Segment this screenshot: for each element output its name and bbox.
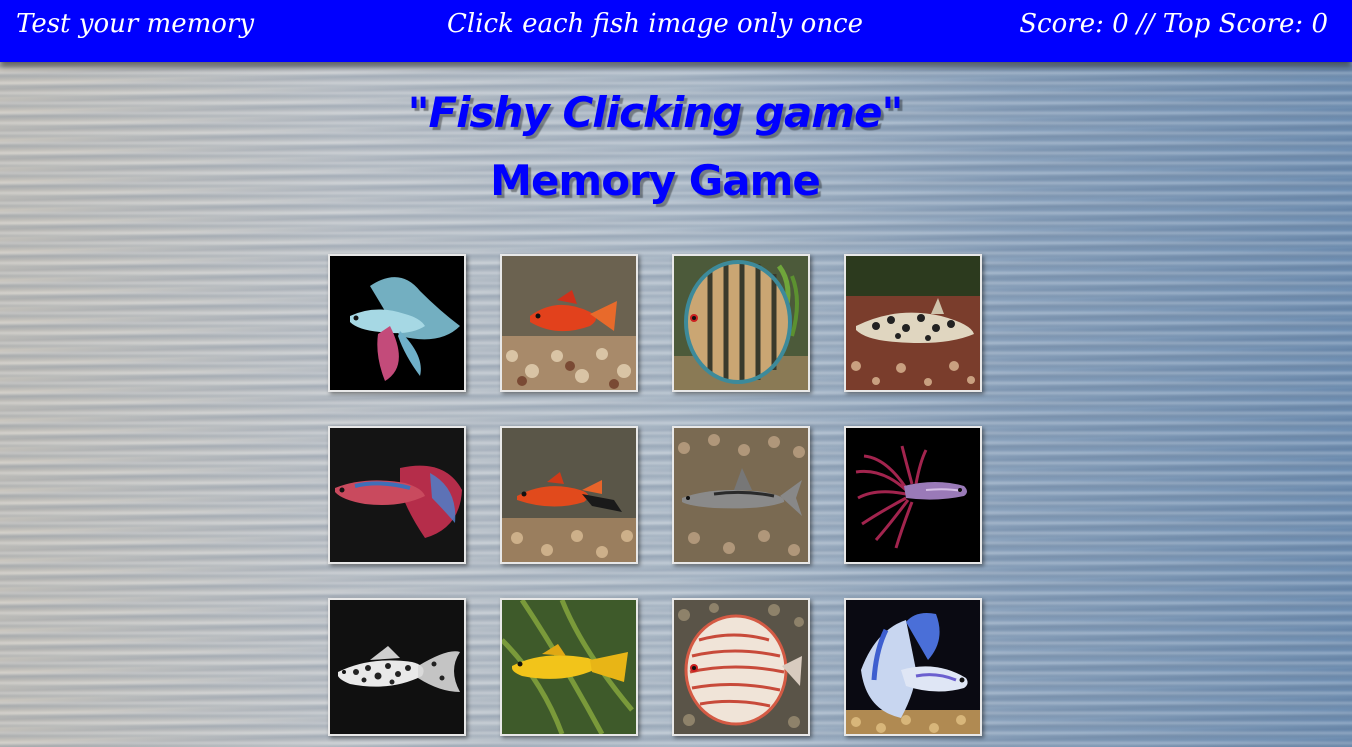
fish-card-platy-red[interactable] xyxy=(500,254,638,392)
fish-card-platy-yellow[interactable] xyxy=(500,598,638,736)
score-display: Score: 0 // Top Score: 0 xyxy=(1019,9,1328,39)
fish-card-molly-dalmatian[interactable] xyxy=(328,598,466,736)
navbar: Test your memory Click each fish image o… xyxy=(0,0,1352,62)
fish-card-discus-red-white[interactable] xyxy=(672,598,810,736)
platy-yellow-image xyxy=(502,600,636,734)
fish-card-betta-light-blue[interactable] xyxy=(328,254,466,392)
betta-light-blue-image xyxy=(330,256,464,390)
discus-striped-image xyxy=(674,256,808,390)
betta-crowntail-purple-image xyxy=(846,428,980,562)
fish-card-swordtail-red[interactable] xyxy=(500,426,638,564)
betta-red-blue-image xyxy=(330,428,464,562)
catfish-silver-image xyxy=(674,428,808,562)
catfish-spotted-image xyxy=(846,256,980,390)
fish-card-discus-striped[interactable] xyxy=(672,254,810,392)
molly-dalmatian-image xyxy=(330,600,464,734)
discus-red-white-image xyxy=(674,600,808,734)
game-subtitle: Memory Game xyxy=(490,156,821,205)
swordtail-red-image xyxy=(502,428,636,562)
fish-card-betta-blue-white[interactable] xyxy=(844,598,982,736)
fish-card-betta-crowntail-purple[interactable] xyxy=(844,426,982,564)
fish-card-catfish-silver[interactable] xyxy=(672,426,810,564)
game-title: "Fishy Clicking game" xyxy=(407,88,904,137)
betta-blue-white-image xyxy=(846,600,980,734)
platy-red-image xyxy=(502,256,636,390)
fish-card-grid xyxy=(328,254,984,736)
fish-card-catfish-spotted[interactable] xyxy=(844,254,982,392)
fish-card-betta-red-blue[interactable] xyxy=(328,426,466,564)
